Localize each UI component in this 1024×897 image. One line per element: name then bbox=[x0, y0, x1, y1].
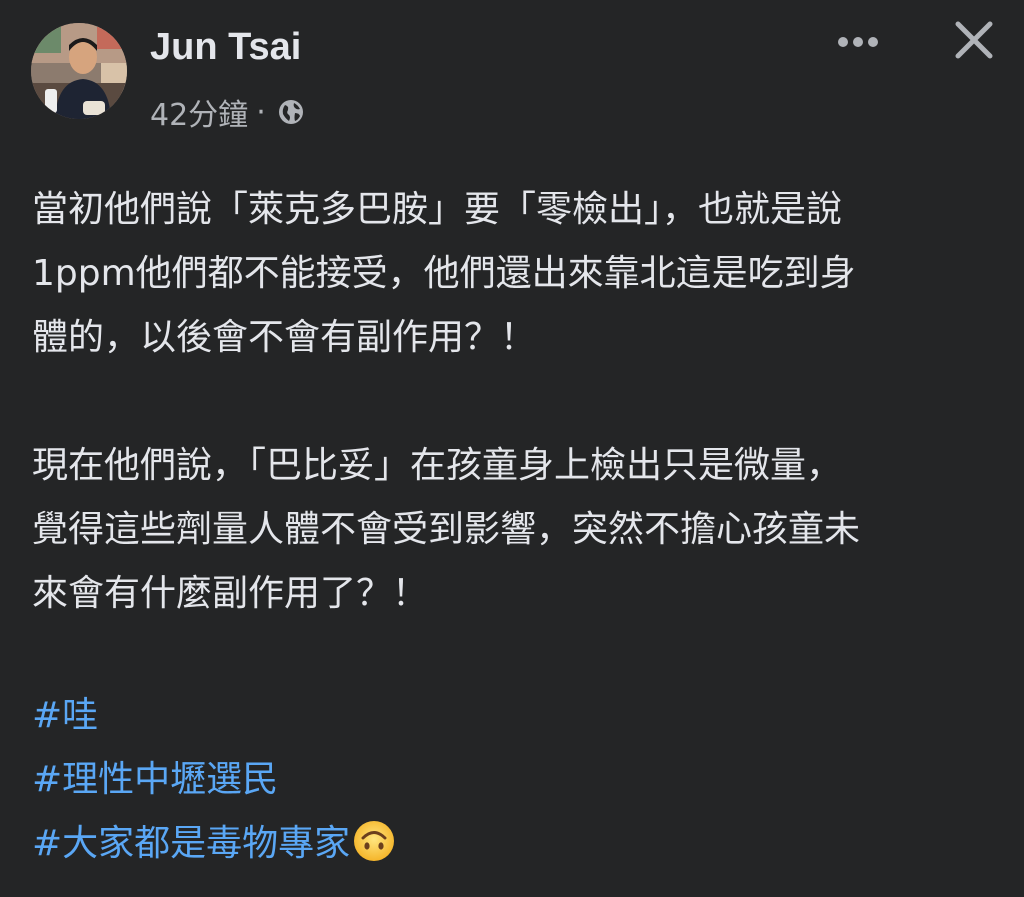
meta-separator: · bbox=[256, 94, 266, 130]
text-line: 當初他們說「萊克多巴胺」要「零檢出」，也就是說 bbox=[32, 189, 843, 230]
post-paragraph: 現在他們說，「巴比妥」在孩童身上檢出只是微量， 覺得這些劑量人體不會受到影響，突… bbox=[32, 434, 1002, 626]
text-line: 現在他們說，「巴比妥」在孩童身上檢出只是微量， bbox=[32, 445, 843, 486]
hashtag-row: #大家都是毒物專家 bbox=[32, 812, 992, 884]
post-meta: 42分鐘 · bbox=[150, 90, 306, 134]
close-icon bbox=[954, 20, 994, 64]
avatar[interactable] bbox=[31, 23, 127, 119]
text-line: 體的，以後會不會有副作用？！ bbox=[32, 317, 537, 358]
upside-down-face-icon bbox=[352, 819, 396, 884]
close-button[interactable] bbox=[950, 18, 998, 66]
post-paragraph: 當初他們說「萊克多巴胺」要「零檢出」，也就是說 1ppm他們都不能接受，他們還出… bbox=[32, 178, 1002, 370]
hashtag-link[interactable]: #大家都是毒物專家 bbox=[32, 823, 350, 864]
more-options-button[interactable] bbox=[832, 20, 884, 64]
post-timestamp[interactable]: 42分鐘 bbox=[150, 90, 248, 134]
post-body: 當初他們說「萊克多巴胺」要「零檢出」，也就是說 1ppm他們都不能接受，他們還出… bbox=[32, 178, 1002, 626]
hashtag-link[interactable]: #哇 bbox=[32, 684, 992, 748]
globe-icon bbox=[276, 97, 306, 127]
more-horizontal-icon bbox=[837, 33, 879, 52]
text-line: 覺得這些劑量人體不會受到影響，突然不擔心孩童未 bbox=[32, 509, 861, 550]
author-name[interactable]: Jun Tsai bbox=[150, 24, 301, 70]
hashtag-link[interactable]: #理性中壢選民 bbox=[32, 748, 992, 812]
hashtag-list: #哇 #理性中壢選民 #大家都是毒物專家 bbox=[32, 684, 992, 884]
text-line: 1ppm他們都不能接受，他們還出來靠北這是吃到身 bbox=[32, 253, 856, 294]
text-line: 來會有什麼副作用了？！ bbox=[32, 573, 429, 614]
post-header: Jun Tsai 42分鐘 · bbox=[0, 0, 1024, 150]
